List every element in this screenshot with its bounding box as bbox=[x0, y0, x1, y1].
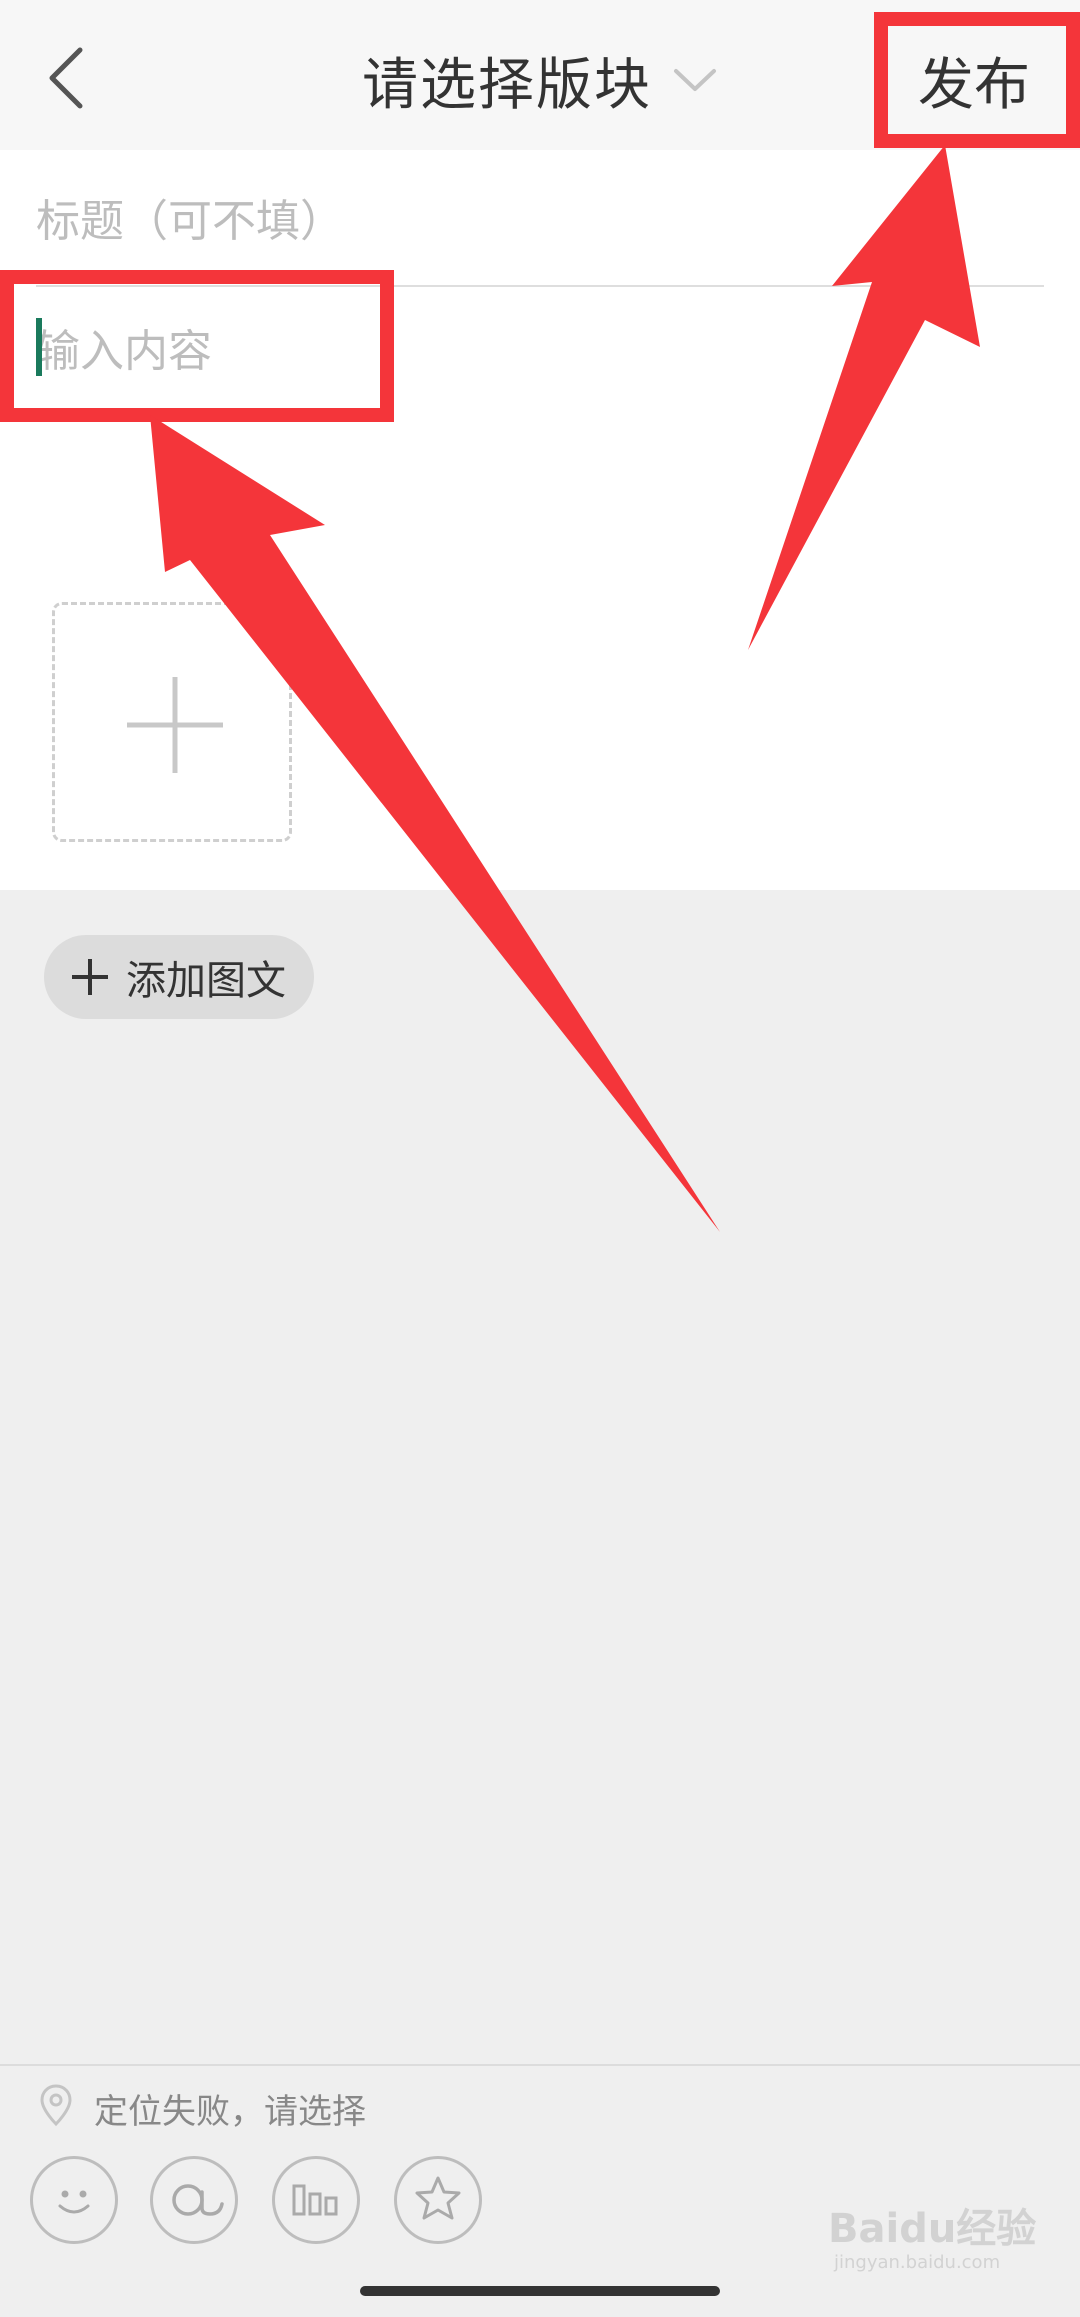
sticker-icon bbox=[415, 2176, 461, 2220]
arrow-to-content bbox=[150, 415, 720, 1232]
home-indicator bbox=[360, 2286, 720, 2296]
poll-button[interactable] bbox=[272, 2156, 360, 2244]
watermark-logo: Baidu经验 bbox=[828, 2206, 1037, 2252]
sticker-button[interactable] bbox=[394, 2156, 482, 2244]
location-text[interactable]: 定位失败，请选择 bbox=[94, 2084, 366, 2133]
map-pin-icon[interactable] bbox=[38, 2083, 74, 2127]
mention-icon bbox=[172, 2184, 224, 2216]
mention-button[interactable] bbox=[150, 2156, 238, 2244]
poll-icon bbox=[292, 2184, 338, 2216]
arrow-to-publish bbox=[748, 145, 980, 650]
watermark-url: jingyan.baidu.com bbox=[834, 2252, 1001, 2273]
emoji-icon bbox=[58, 2190, 90, 2214]
annotation-arrows bbox=[150, 145, 980, 1232]
divider bbox=[0, 2064, 1080, 2066]
emoji-button[interactable] bbox=[30, 2156, 118, 2244]
